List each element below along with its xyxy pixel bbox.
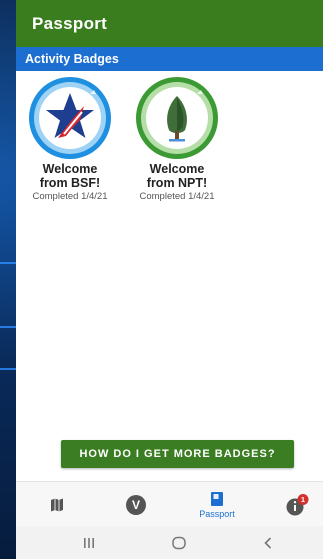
badge-name: Welcome from NPT! bbox=[127, 162, 227, 190]
page-title: Passport bbox=[32, 13, 108, 33]
activity-badges-header: Activity Badges bbox=[16, 47, 323, 71]
badge-name-line1: Welcome bbox=[149, 162, 205, 176]
badge-completed-date: Completed 1/4/21 bbox=[32, 191, 108, 202]
app-header: Passport bbox=[16, 0, 323, 47]
recent-apps-icon bbox=[84, 537, 94, 548]
badge-completed-date: Completed 1/4/21 bbox=[139, 191, 215, 202]
recent-apps-button[interactable] bbox=[69, 526, 109, 559]
nav-info[interactable]: 1 bbox=[268, 482, 323, 527]
map-icon bbox=[51, 498, 63, 511]
badge-name-line2: from BSF! bbox=[39, 176, 101, 190]
nav-v[interactable]: V bbox=[106, 482, 166, 527]
back-button[interactable] bbox=[248, 526, 288, 559]
nav-map[interactable] bbox=[27, 482, 87, 527]
v-logo-icon: V bbox=[126, 494, 146, 515]
get-more-badges-button[interactable]: HOW DO I GET MORE BADGES? bbox=[61, 440, 294, 468]
home-icon bbox=[172, 536, 186, 549]
badge-name: Welcome from BSF! bbox=[20, 162, 120, 190]
nav-passport-label: Passport bbox=[199, 508, 235, 519]
system-navigation-bar bbox=[16, 526, 323, 559]
badge-name-line2: from NPT! bbox=[146, 176, 208, 190]
section-title: Activity Badges bbox=[25, 52, 119, 66]
bottom-navigation: V Passport 1 bbox=[16, 481, 323, 527]
nav-passport[interactable]: Passport bbox=[187, 482, 247, 527]
npt-tree-badge-icon bbox=[136, 77, 218, 159]
badge-name-line1: Welcome bbox=[42, 162, 98, 176]
app-screen: Passport Activity Badges Welcome from BS… bbox=[16, 0, 323, 559]
badge-welcome-bsf[interactable]: Welcome from BSF! Completed 1/4/21 bbox=[20, 76, 120, 202]
back-chevron-icon bbox=[264, 536, 272, 549]
info-icon: 1 bbox=[286, 493, 309, 515]
badge-welcome-npt[interactable]: Welcome from NPT! Completed 1/4/21 bbox=[127, 76, 227, 202]
notification-count: 1 bbox=[301, 495, 305, 504]
passport-book-icon bbox=[211, 491, 223, 506]
v-icon-letter: V bbox=[132, 498, 140, 512]
bsf-star-badge-icon bbox=[29, 77, 111, 159]
home-button[interactable] bbox=[159, 526, 199, 559]
